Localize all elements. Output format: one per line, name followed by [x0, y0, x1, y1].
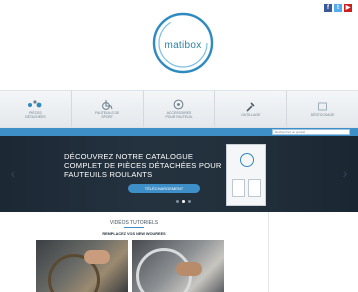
search-bar: Recherchez un produit — [0, 128, 358, 136]
hand-image — [176, 262, 202, 276]
videos-subtitle: REMPLACEZ VOS NEW WOUREES — [102, 232, 166, 236]
wheelchair-icon — [99, 98, 115, 110]
catalog-logo-icon — [240, 153, 254, 167]
logo-text: matibox — [164, 40, 202, 51]
banner-title: DÉCOUVREZ NOTRE CATALOGUE COMPLET DE PIÈ… — [64, 152, 222, 179]
catalog-image — [232, 179, 245, 197]
hand-image — [84, 250, 110, 264]
category-nav: PIÈCES DÉTACHÉES FAUTEUILS DE SPORT ACCE… — [0, 90, 358, 128]
youtube-icon[interactable]: ▶ — [344, 4, 352, 12]
twitter-icon[interactable]: t — [334, 4, 342, 12]
nav-label: PIÈCES DÉTACHÉES — [25, 111, 46, 119]
nav-item-sport[interactable]: FAUTEUILS DE SPORT — [72, 91, 144, 127]
nav-item-parts[interactable]: PIÈCES DÉTACHÉES — [0, 91, 72, 127]
nav-label: ACCESSOIRES POUR FAUTEUIL — [165, 111, 193, 119]
search-input[interactable]: Recherchez un produit — [272, 129, 350, 135]
nav-item-tools[interactable]: OUTILLAGE — [215, 91, 288, 127]
site-logo[interactable]: matibox — [150, 10, 216, 76]
slide-dot[interactable] — [176, 200, 179, 203]
nav-item-sale[interactable]: DÉSTOCKAGE — [287, 91, 358, 127]
slide-dot[interactable] — [188, 200, 191, 203]
sale-icon — [315, 100, 331, 112]
videos-title: VIDÉOS TUTORIELS — [109, 220, 159, 226]
title-divider — [124, 227, 144, 228]
social-links: f t ▶ — [324, 4, 352, 12]
video-thumbnail[interactable] — [36, 240, 128, 292]
chevron-left-icon[interactable]: ‹ — [6, 166, 20, 180]
catalog-cover[interactable] — [226, 144, 266, 206]
hero-banner: ‹ › DÉCOUVREZ NOTRE CATALOGUE COMPLET DE… — [0, 136, 358, 212]
page: f t ▶ matibox PIÈCES DÉTACHÉES FAUTEUILS… — [0, 0, 358, 292]
nav-label: DÉSTOCKAGE — [310, 113, 335, 118]
nav-label: OUTILLAGE — [241, 113, 261, 118]
slide-dot[interactable] — [182, 200, 185, 203]
tools-icon — [243, 100, 259, 112]
facebook-icon[interactable]: f — [324, 4, 332, 12]
catalog-image — [248, 179, 261, 197]
video-thumbnail[interactable] — [132, 240, 224, 292]
nav-item-accessories[interactable]: ACCESSOIRES POUR FAUTEUIL — [144, 91, 216, 127]
slider-dots — [176, 200, 191, 203]
chevron-right-icon[interactable]: › — [338, 166, 352, 180]
download-button[interactable]: TÉLÉCHARGEMENT — [128, 184, 200, 193]
side-panel — [268, 212, 358, 292]
accessories-icon — [171, 98, 187, 110]
parts-icon — [27, 98, 43, 110]
nav-label: FAUTEUILS DE SPORT — [95, 111, 120, 119]
